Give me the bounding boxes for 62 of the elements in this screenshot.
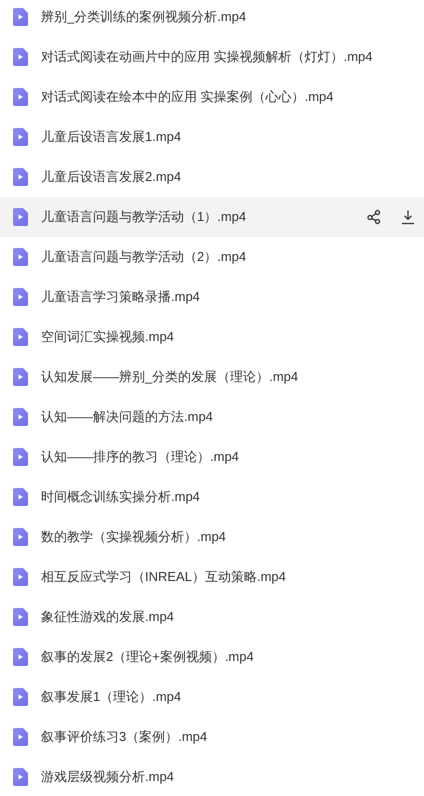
file-row[interactable]: 认知——排序的教习（理论）.mp4 bbox=[0, 437, 424, 477]
file-row[interactable]: 儿童后设语言发展1.mp4 bbox=[0, 117, 424, 157]
video-file-icon bbox=[13, 688, 28, 706]
video-file-icon bbox=[13, 408, 28, 426]
file-name: 对话式阅读在绘本中的应用 实操案例（心心）.mp4 bbox=[41, 88, 335, 106]
file-name: 儿童后设语言发展1.mp4 bbox=[41, 128, 182, 146]
file-row[interactable]: 儿童后设语言发展2.mp4 bbox=[0, 157, 424, 197]
file-name: 数的教学（实操视频分析）.mp4 bbox=[41, 528, 227, 546]
file-row[interactable]: 儿童语言问题与教学活动（1）.mp4 bbox=[0, 197, 424, 237]
file-name: 儿童语言问题与教学活动（2）.mp4 bbox=[41, 248, 248, 266]
file-row[interactable]: 对话式阅读在绘本中的应用 实操案例（心心）.mp4 bbox=[0, 77, 424, 117]
video-file-icon bbox=[13, 608, 28, 626]
file-row[interactable]: 儿童语言学习策略录播.mp4 bbox=[0, 277, 424, 317]
video-file-icon bbox=[13, 488, 28, 506]
file-row[interactable]: 空间词汇实操视频.mp4 bbox=[0, 317, 424, 357]
video-file-icon bbox=[13, 648, 28, 666]
file-name: 时间概念训练实操分析.mp4 bbox=[41, 488, 201, 506]
file-name: 游戏层级视频分析.mp4 bbox=[41, 768, 175, 786]
file-row[interactable]: 儿童语言问题与教学活动（2）.mp4 bbox=[0, 237, 424, 277]
video-file-icon bbox=[13, 128, 28, 146]
file-row[interactable]: 时间概念训练实操分析.mp4 bbox=[0, 477, 424, 517]
video-file-icon bbox=[13, 88, 28, 106]
video-file-icon bbox=[13, 248, 28, 266]
file-row[interactable]: 数的教学（实操视频分析）.mp4 bbox=[0, 517, 424, 557]
file-name: 认知——解决问题的方法.mp4 bbox=[41, 408, 214, 426]
share-button[interactable] bbox=[366, 209, 382, 225]
file-row[interactable]: 叙事评价练习3（案例）.mp4 bbox=[0, 717, 424, 757]
video-file-icon bbox=[13, 288, 28, 306]
video-file-icon bbox=[13, 368, 28, 386]
video-file-icon bbox=[13, 168, 28, 186]
video-file-icon bbox=[13, 528, 28, 546]
download-button[interactable] bbox=[400, 209, 416, 225]
file-row[interactable]: 叙事发展1（理论）.mp4 bbox=[0, 677, 424, 717]
video-file-icon bbox=[13, 8, 28, 26]
video-file-icon bbox=[13, 728, 28, 746]
file-name: 认知发展——辨别_分类的发展（理论）.mp4 bbox=[41, 368, 300, 386]
file-row[interactable]: 相互反应式学习（INREAL）互动策略.mp4 bbox=[0, 557, 424, 597]
video-file-icon bbox=[13, 48, 28, 66]
file-name: 叙事的发展2（理论+案例视频）.mp4 bbox=[41, 648, 255, 666]
file-row[interactable]: 认知——解决问题的方法.mp4 bbox=[0, 397, 424, 437]
file-name: 空间词汇实操视频.mp4 bbox=[41, 328, 175, 346]
video-file-icon bbox=[13, 208, 28, 226]
file-row[interactable]: 象征性游戏的发展.mp4 bbox=[0, 597, 424, 637]
file-name: 儿童语言学习策略录播.mp4 bbox=[41, 288, 201, 306]
file-row[interactable]: 游戏层级视频分析.mp4 bbox=[0, 757, 424, 796]
file-name: 儿童后设语言发展2.mp4 bbox=[41, 168, 182, 186]
file-row[interactable]: 认知发展——辨别_分类的发展（理论）.mp4 bbox=[0, 357, 424, 397]
file-name: 象征性游戏的发展.mp4 bbox=[41, 608, 175, 626]
video-file-icon bbox=[13, 568, 28, 586]
file-name: 叙事评价练习3（案例）.mp4 bbox=[41, 728, 208, 746]
file-name: 认知——排序的教习（理论）.mp4 bbox=[41, 448, 240, 466]
file-name: 对话式阅读在动画片中的应用 实操视频解析（灯灯）.mp4 bbox=[41, 48, 374, 66]
file-row[interactable]: 对话式阅读在动画片中的应用 实操视频解析（灯灯）.mp4 bbox=[0, 37, 424, 77]
video-file-icon bbox=[13, 328, 28, 346]
file-row[interactable]: 辨别_分类训练的案例视频分析.mp4 bbox=[0, 0, 424, 37]
file-name: 儿童语言问题与教学活动（1）.mp4 bbox=[41, 208, 248, 226]
file-row[interactable]: 叙事的发展2（理论+案例视频）.mp4 bbox=[0, 637, 424, 677]
file-name: 叙事发展1（理论）.mp4 bbox=[41, 688, 182, 706]
video-file-icon bbox=[13, 448, 28, 466]
file-name: 辨别_分类训练的案例视频分析.mp4 bbox=[41, 8, 248, 26]
video-file-icon bbox=[13, 768, 28, 786]
file-name: 相互反应式学习（INREAL）互动策略.mp4 bbox=[41, 568, 287, 586]
